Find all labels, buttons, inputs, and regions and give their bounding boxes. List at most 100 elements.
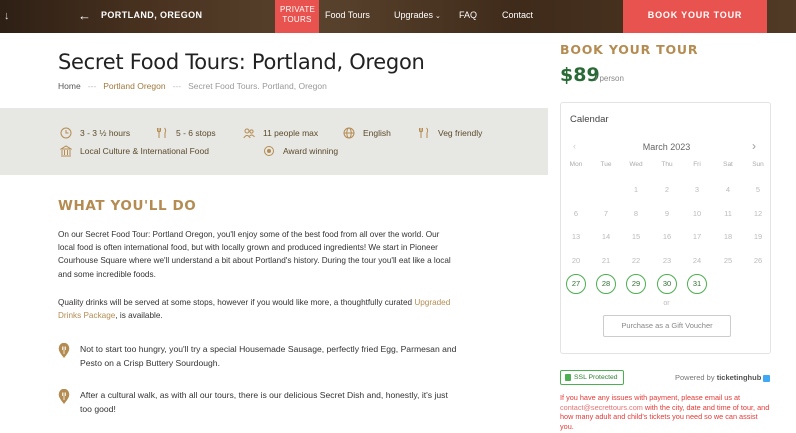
private-tours-label: PRIVATE TOURS bbox=[280, 5, 316, 24]
weekday-label: Tue bbox=[600, 161, 612, 168]
globe-icon bbox=[343, 127, 355, 139]
info-culture: Local Culture & International Food bbox=[60, 145, 209, 157]
arrow-left-icon[interactable]: ← bbox=[78, 8, 91, 23]
calendar-day: 17 bbox=[692, 232, 702, 241]
weekday-label: Mon bbox=[569, 161, 583, 168]
issues-text-1: If you have any issues with payment, ple… bbox=[560, 393, 741, 402]
support-email-link[interactable]: contact@secrettours.com bbox=[560, 403, 643, 412]
powered-by[interactable]: Powered by ticketinghub bbox=[675, 373, 771, 382]
info-culture-text: Local Culture & International Food bbox=[80, 146, 209, 156]
map-pin-icon bbox=[58, 389, 70, 404]
calendar-day: 26 bbox=[753, 255, 763, 265]
calendar-day: 11 bbox=[724, 208, 732, 218]
calendar-day: 6 bbox=[573, 208, 579, 218]
calendar-day-available[interactable]: 27 bbox=[566, 274, 586, 294]
breadcrumb-separator: --- bbox=[87, 81, 97, 91]
calendar-day: 15 bbox=[631, 232, 641, 241]
nav-link-upgrades[interactable]: Upgrades ⌄ bbox=[394, 10, 441, 20]
or-divider: or bbox=[663, 300, 670, 307]
calendar-day: 23 bbox=[662, 255, 672, 265]
breadcrumb: Home --- Portland Oregon --- Secret Food Tou… bbox=[58, 81, 327, 91]
calendar-day: 8 bbox=[633, 208, 639, 218]
calendar-day: 5 bbox=[755, 185, 761, 194]
breadcrumb-home[interactable]: Home bbox=[58, 81, 81, 91]
highlight-text: After a cultural walk, as with all our t… bbox=[80, 390, 448, 414]
calendar-day: 19 bbox=[753, 232, 763, 241]
info-language-text: English bbox=[363, 128, 391, 138]
calendar-day: 9 bbox=[664, 208, 670, 218]
weekday-label: Wed bbox=[629, 161, 643, 168]
calendar-day-available[interactable]: 31 bbox=[687, 274, 707, 294]
nav-city-link[interactable]: PORTLAND, OREGON bbox=[101, 10, 202, 20]
calendar-day: 10 bbox=[692, 208, 702, 218]
weekday-label: Sat bbox=[723, 161, 733, 168]
calendar-day: 24 bbox=[692, 255, 702, 265]
chevron-down-icon: ⌄ bbox=[435, 13, 441, 20]
payment-issues-notice: If you have any issues with payment, ple… bbox=[560, 393, 772, 431]
map-pin-icon bbox=[58, 343, 70, 358]
calendar-day: 18 bbox=[723, 232, 733, 241]
info-duration-text: 3 - 3 ½ hours bbox=[80, 128, 131, 138]
page-title: Secret Food Tours: Portland, Oregon bbox=[58, 50, 425, 74]
info-stops-text: 5 - 6 stops bbox=[176, 128, 216, 138]
drinks-text-after: , is available. bbox=[115, 311, 163, 321]
chevron-right-icon[interactable]: › bbox=[752, 139, 756, 153]
powered-by-label: Powered by bbox=[675, 373, 715, 382]
fork-knife-icon bbox=[419, 127, 429, 138]
calendar-day: 7 bbox=[603, 208, 609, 218]
calendar-day: 1 bbox=[633, 185, 639, 194]
info-group: 11 people max bbox=[243, 127, 318, 139]
breadcrumb-portland-oregon[interactable]: Portland Oregon bbox=[103, 81, 165, 91]
nav-link-faq[interactable]: FAQ bbox=[459, 10, 477, 20]
calendar-day-available[interactable]: 28 bbox=[596, 274, 616, 294]
museum-icon bbox=[60, 145, 72, 157]
weekday-label: Sun bbox=[752, 161, 764, 168]
info-language: English bbox=[343, 127, 391, 139]
top-navigation-bar: ↓ ← PORTLAND, OREGON PRIVATE TOURS Food … bbox=[0, 0, 796, 33]
lock-icon bbox=[565, 374, 571, 381]
calendar-day: 25 bbox=[723, 255, 733, 265]
calendar-day: 16 bbox=[662, 232, 672, 241]
price-unit: / person bbox=[595, 74, 624, 83]
weekday-label: Fri bbox=[693, 161, 701, 168]
calendar-day: 21 bbox=[601, 255, 611, 265]
tour-info-bar: 3 - 3 ½ hours 5 - 6 stops 11 people max … bbox=[0, 108, 548, 175]
highlight-text: Not to start too hungry, you'll try a sp… bbox=[80, 344, 457, 368]
calendar-day: 14 bbox=[601, 232, 611, 241]
gift-voucher-button[interactable]: Purchase as a Gift Voucher bbox=[603, 315, 731, 337]
info-award-text: Award winning bbox=[283, 146, 339, 156]
nav-link-upgrades-label: Upgrades bbox=[394, 10, 434, 20]
calendar-day-available[interactable]: 30 bbox=[657, 274, 677, 294]
breadcrumb-current: Secret Food Tours. Portland, Oregon bbox=[188, 81, 327, 91]
calendar-month: March 2023 bbox=[642, 142, 691, 152]
calendar-day: 3 bbox=[694, 185, 700, 194]
book-your-tour-nav-button[interactable]: BOOK YOUR TOUR bbox=[623, 0, 767, 33]
weekday-label: Thu bbox=[661, 161, 673, 168]
section-title-what-youll-do: WHAT YOU'LL DO bbox=[58, 198, 197, 214]
calendar-day: 12 bbox=[753, 208, 763, 218]
ssl-text: SSL Protected bbox=[574, 374, 618, 381]
info-group-text: 11 people max bbox=[263, 128, 319, 138]
nav-link-food-tours[interactable]: Food Tours bbox=[325, 10, 370, 20]
info-award: Award winning bbox=[263, 145, 338, 157]
info-veg-text: Veg friendly bbox=[438, 128, 483, 138]
calendar-label: Calendar bbox=[570, 114, 609, 125]
info-veg: Veg friendly bbox=[418, 127, 482, 139]
calendar-day-available[interactable]: 29 bbox=[626, 274, 646, 294]
calendar-day: 22 bbox=[631, 255, 641, 265]
people-icon bbox=[243, 128, 255, 139]
book-your-tour-heading: BOOK YOUR TOUR bbox=[560, 42, 699, 57]
ticketinghub-brand: ticketinghub bbox=[716, 373, 762, 382]
ssl-badge: SSL Protected bbox=[560, 370, 624, 385]
arrow-down-icon[interactable]: ↓ bbox=[4, 10, 10, 22]
info-duration: 3 - 3 ½ hours bbox=[60, 127, 130, 139]
cutlery-icon bbox=[157, 127, 167, 138]
price: $89 bbox=[560, 64, 600, 86]
nav-link-contact[interactable]: Contact bbox=[502, 10, 533, 20]
private-tours-button[interactable]: PRIVATE TOURS bbox=[275, 0, 319, 33]
calendar-day: 13 bbox=[571, 232, 581, 241]
calendar-day: 20 bbox=[571, 255, 581, 265]
description-paragraph: On our Secret Food Tour: Portland Oregon… bbox=[58, 230, 451, 279]
award-icon bbox=[264, 146, 274, 156]
drinks-paragraph: Quality drinks will be served at some st… bbox=[58, 296, 458, 322]
